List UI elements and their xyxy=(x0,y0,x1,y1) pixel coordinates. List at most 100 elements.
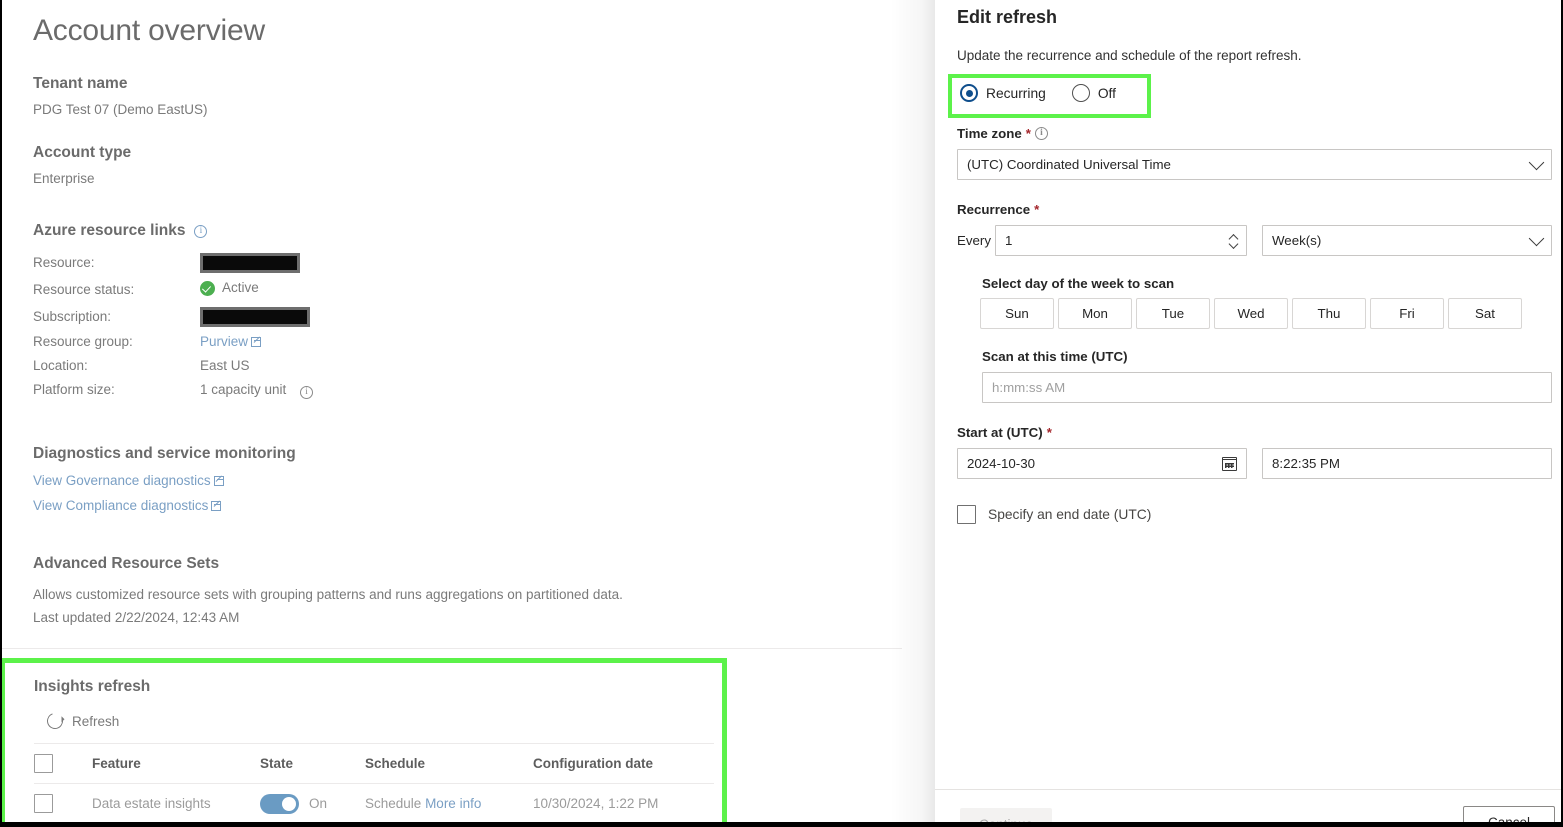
scan-time-input[interactable]: h:mm:ss AM xyxy=(982,372,1552,403)
platform-size-value: 1 capacity unit i xyxy=(200,381,314,405)
recurrence-unit-value: Week(s) xyxy=(1272,233,1322,248)
azure-resource-links-label: Azure resource links xyxy=(33,222,186,239)
table-row: Resource: xyxy=(33,253,313,279)
day-button-tue[interactable]: Tue xyxy=(1136,298,1210,329)
day-button-sun[interactable]: Sun xyxy=(980,298,1054,329)
radio-recurring-indicator xyxy=(960,84,978,102)
day-button-thu[interactable]: Thu xyxy=(1292,298,1366,329)
resource-value xyxy=(200,253,313,279)
external-link-icon xyxy=(211,500,222,511)
spinner-up-icon[interactable] xyxy=(1230,234,1239,239)
subscription-value xyxy=(200,306,313,333)
recurrence-unit-select[interactable]: Week(s) xyxy=(1262,225,1552,256)
page-title: Account overview xyxy=(33,14,265,47)
advanced-resource-sets-last-updated: Last updated 2/22/2024, 12:43 AM xyxy=(33,609,240,625)
resource-group-value: Purview xyxy=(200,333,313,357)
recurrence-label-row: Recurrence * xyxy=(957,202,1039,217)
required-asterisk: * xyxy=(1034,202,1040,217)
column-header-state: State xyxy=(260,756,294,771)
info-icon[interactable]: i xyxy=(1034,127,1048,140)
diagnostics-heading: Diagnostics and service monitoring xyxy=(33,444,296,462)
table-header-row: Feature State Schedule Configuration dat… xyxy=(34,743,714,783)
table-row[interactable]: Data estate insights On Schedule More in… xyxy=(34,783,714,823)
view-compliance-diagnostics-link[interactable]: View Compliance diagnostics xyxy=(33,498,208,513)
radio-off-label: Off xyxy=(1097,85,1116,101)
day-button-mon[interactable]: Mon xyxy=(1058,298,1132,329)
chevron-down-icon xyxy=(1528,230,1545,246)
info-icon[interactable]: i xyxy=(194,224,208,238)
refresh-button[interactable]: Refresh xyxy=(44,710,120,732)
view-governance-diagnostics-link[interactable]: View Governance diagnostics xyxy=(33,473,211,488)
scan-time-value: h:mm:ss AM xyxy=(992,380,1066,395)
cell-configuration-date: 10/30/2024, 1:22 PM xyxy=(533,796,659,811)
row-select-cell xyxy=(34,794,92,813)
table-row: Platform size: 1 capacity unit i xyxy=(33,381,314,405)
scan-time-label: Scan at this time (UTC) xyxy=(982,349,1128,364)
panel-shadow xyxy=(890,0,935,827)
day-button-wed[interactable]: Wed xyxy=(1214,298,1288,329)
column-header-schedule: Schedule xyxy=(365,756,426,771)
redacted-resource-name xyxy=(200,253,300,273)
recurrence-row: Every 1 xyxy=(957,225,1247,256)
table-row: Resource group: Purview xyxy=(33,333,313,357)
every-number-input[interactable]: 1 xyxy=(995,225,1247,256)
external-link-icon xyxy=(213,475,224,486)
radio-off-indicator xyxy=(1071,84,1090,102)
redacted-subscription-name xyxy=(200,306,310,327)
tenant-name-label: Tenant name xyxy=(33,75,128,92)
calendar-icon[interactable] xyxy=(1221,456,1237,471)
app-root: Account overview Tenant name PDG Test 07… xyxy=(0,0,1563,827)
panel-footer-divider xyxy=(935,789,1563,790)
day-button-fri[interactable]: Fri xyxy=(1370,298,1444,329)
column-header-feature: Feature xyxy=(92,756,141,771)
specify-end-date-row[interactable]: Specify an end date (UTC) xyxy=(957,505,1151,524)
start-date-value: 2024-10-30 xyxy=(967,456,1036,471)
insights-refresh-table: Feature State Schedule Configuration dat… xyxy=(34,743,714,823)
start-time-input[interactable]: 8:22:35 PM xyxy=(1262,448,1552,479)
state-toggle[interactable] xyxy=(260,793,299,814)
day-select-label: Select day of the week to scan xyxy=(982,276,1175,291)
every-number-value: 1 xyxy=(1005,233,1013,248)
time-zone-value: (UTC) Coordinated Universal Time xyxy=(967,157,1171,172)
resource-status-value: Active xyxy=(200,279,313,307)
refresh-button-label: Refresh xyxy=(72,713,120,729)
radio-recurring[interactable]: Recurring xyxy=(960,84,1046,102)
specify-end-date-checkbox[interactable] xyxy=(957,505,976,524)
tenant-name-value: PDG Test 07 (Demo EastUS) xyxy=(33,102,208,117)
platform-size-label: Platform size: xyxy=(33,381,115,397)
info-icon[interactable]: i xyxy=(300,385,314,399)
refresh-mode-radio-group: Recurring Off xyxy=(960,84,1116,102)
governance-diagnostics-row: View Governance diagnostics xyxy=(33,473,935,488)
start-at-label-row: Start at (UTC) * xyxy=(957,425,1052,440)
more-info-link[interactable]: More info xyxy=(425,796,481,811)
select-all-cell xyxy=(34,754,92,773)
account-type-value: Enterprise xyxy=(33,171,95,186)
day-button-sat[interactable]: Sat xyxy=(1448,298,1522,329)
cell-state: On xyxy=(260,793,365,814)
table-row: Resource status: Active xyxy=(33,279,313,307)
chevron-down-icon xyxy=(1528,154,1545,170)
spinner-down-icon[interactable] xyxy=(1230,242,1239,247)
time-zone-select[interactable]: (UTC) Coordinated Universal Time xyxy=(957,149,1552,180)
row-checkbox[interactable] xyxy=(34,794,53,813)
panel-title: Edit refresh xyxy=(957,7,1058,27)
schedule-text: Schedule xyxy=(365,796,422,811)
time-zone-label: Time zone xyxy=(957,126,1022,141)
radio-recurring-label: Recurring xyxy=(986,85,1046,101)
resource-group-label: Resource group: xyxy=(33,333,133,349)
start-date-input[interactable]: 2024-10-30 xyxy=(957,448,1247,479)
table-row: Location: East US xyxy=(33,357,313,381)
number-spinner[interactable] xyxy=(1230,234,1239,247)
advanced-resource-sets-description: Allows customized resource sets with gro… xyxy=(33,586,623,602)
required-asterisk: * xyxy=(1025,126,1031,141)
resource-group-link[interactable]: Purview xyxy=(200,334,248,349)
column-header-configuration-date: Configuration date xyxy=(533,756,653,771)
select-all-checkbox[interactable] xyxy=(34,754,53,773)
table-row: Subscription: xyxy=(33,306,313,333)
start-at-label: Start at (UTC) xyxy=(957,425,1043,440)
required-asterisk: * xyxy=(1046,425,1052,440)
azure-resource-links-table: Resource: Resource status: Active Subscr… xyxy=(33,253,314,405)
radio-off[interactable]: Off xyxy=(1071,84,1116,102)
cell-schedule: Schedule More info xyxy=(365,796,533,811)
state-toggle-label: On xyxy=(309,796,328,811)
